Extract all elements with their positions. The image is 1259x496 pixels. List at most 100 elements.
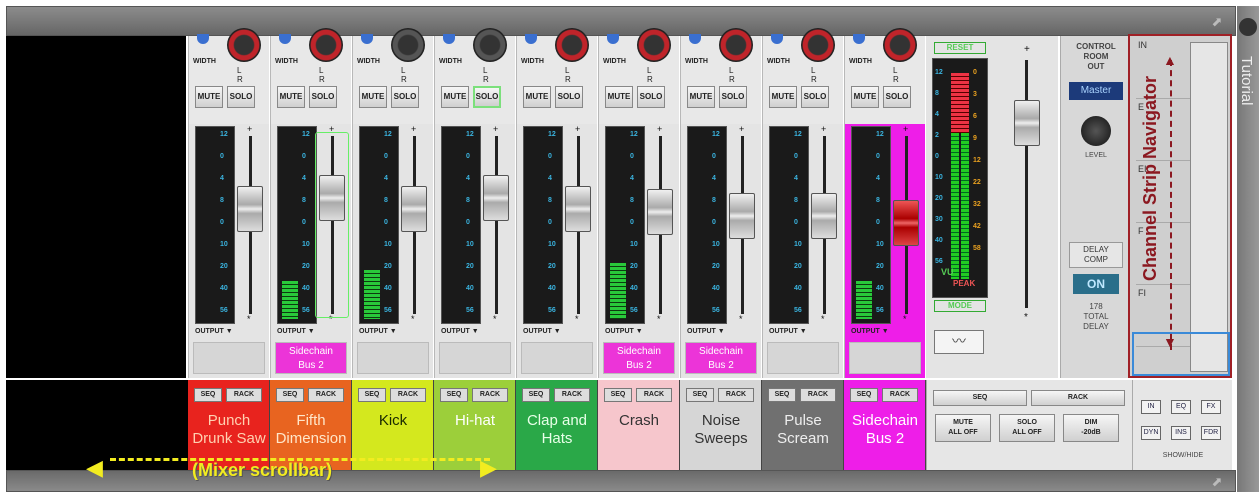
navigator-minimap[interactable] — [1190, 42, 1228, 372]
width-knob[interactable] — [443, 34, 455, 44]
width-knob[interactable] — [525, 34, 537, 44]
rack-button[interactable]: RACK — [472, 388, 508, 402]
channel-fader-handle[interactable] — [401, 185, 427, 232]
wave-button[interactable]: 〰 — [934, 330, 984, 354]
width-knob[interactable] — [771, 34, 783, 44]
channel-fader-handle[interactable] — [483, 175, 509, 222]
width-knob[interactable] — [607, 34, 619, 44]
rack-button[interactable]: RACK — [226, 388, 262, 402]
mute-button[interactable]: MUTE — [523, 86, 551, 108]
delay-comp-on-button[interactable]: ON — [1073, 274, 1119, 294]
solo-button[interactable]: SOLO — [473, 86, 501, 108]
width-knob[interactable] — [197, 34, 209, 44]
solo-button[interactable]: SOLO — [309, 86, 337, 108]
channel-fader-handle[interactable] — [811, 192, 837, 239]
pan-knob[interactable] — [719, 28, 753, 62]
mute-button[interactable]: MUTE — [687, 86, 715, 108]
mute-button[interactable]: MUTE — [769, 86, 797, 108]
rack-button[interactable]: RACK — [718, 388, 754, 402]
pan-knob[interactable] — [473, 28, 507, 62]
channel-fader-handle[interactable] — [565, 185, 591, 232]
solo-button[interactable]: SOLO — [801, 86, 829, 108]
pan-knob[interactable] — [883, 28, 917, 62]
channel-fader-handle[interactable] — [893, 200, 919, 247]
output-select[interactable] — [849, 342, 921, 374]
seq-button[interactable]: SEQ — [522, 388, 550, 402]
channel-name-strip[interactable]: SEQ RACK Clap and Hats — [516, 380, 598, 470]
output-select[interactable] — [767, 342, 839, 374]
show-hide-eq-button[interactable]: EQ — [1171, 400, 1191, 414]
master-seq-button[interactable]: SEQ — [933, 390, 1027, 406]
output-select[interactable] — [439, 342, 511, 374]
output-select[interactable] — [521, 342, 593, 374]
rack-button[interactable]: RACK — [636, 388, 672, 402]
seq-button[interactable]: SEQ — [686, 388, 714, 402]
show-hide-dyn-button[interactable]: DYN — [1141, 426, 1161, 440]
mute-button[interactable]: MUTE — [195, 86, 223, 108]
channel-strip-navigator[interactable]: IN E EI F FI Channel Strip Navigator ▲ ▼ — [1128, 34, 1232, 378]
solo-button[interactable]: SOLO — [555, 86, 583, 108]
channel-fader-handle[interactable] — [237, 185, 263, 232]
mute-button[interactable]: MUTE — [851, 86, 879, 108]
rack-button[interactable]: RACK — [800, 388, 836, 402]
control-room-output-select[interactable]: Master — [1069, 82, 1123, 100]
mute-button[interactable]: MUTE — [359, 86, 387, 108]
solo-button[interactable]: SOLO — [719, 86, 747, 108]
width-knob[interactable] — [853, 34, 865, 44]
channel-name-strip[interactable]: SEQ RACK Noise Sweeps — [680, 380, 762, 470]
mute-button[interactable]: MUTE — [605, 86, 633, 108]
channel-name-strip[interactable]: SEQ RACK Hi-hat — [434, 380, 516, 470]
seq-button[interactable]: SEQ — [358, 388, 386, 402]
pan-knob[interactable] — [801, 28, 835, 62]
dim-button[interactable]: DIM -20dB — [1063, 414, 1119, 442]
master-rack-button[interactable]: RACK — [1031, 390, 1125, 406]
output-select[interactable] — [357, 342, 429, 374]
pan-knob[interactable] — [391, 28, 425, 62]
level-knob[interactable] — [1081, 116, 1111, 146]
reset-button[interactable]: RESET — [934, 42, 986, 54]
channel-name-strip[interactable]: SEQ RACK Sidechain Bus 2 — [844, 380, 926, 470]
width-knob[interactable] — [361, 34, 373, 44]
seq-button[interactable]: SEQ — [276, 388, 304, 402]
seq-button[interactable]: SEQ — [440, 388, 468, 402]
seq-button[interactable]: SEQ — [768, 388, 796, 402]
pan-knob[interactable] — [227, 28, 261, 62]
resize-icon-bottom[interactable]: ⬈ — [1209, 475, 1225, 489]
mute-button[interactable]: MUTE — [441, 86, 469, 108]
show-hide-in-button[interactable]: IN — [1141, 400, 1161, 414]
mute-all-off-button[interactable]: MUTE ALL OFF — [935, 414, 991, 442]
navigator-selection[interactable] — [1132, 332, 1230, 376]
show-hide-fx-button[interactable]: FX — [1201, 400, 1221, 414]
channel-name-strip[interactable]: SEQ RACK Crash — [598, 380, 680, 470]
mute-button[interactable]: MUTE — [277, 86, 305, 108]
channel-name-strip[interactable]: SEQ RACK Fifth Dimension — [270, 380, 352, 470]
output-select[interactable] — [193, 342, 265, 374]
output-select[interactable]: Sidechain Bus 2 — [603, 342, 675, 374]
output-select[interactable]: Sidechain Bus 2 — [685, 342, 757, 374]
channel-fader-handle[interactable] — [319, 175, 345, 222]
solo-all-off-button[interactable]: SOLO ALL OFF — [999, 414, 1055, 442]
show-hide-fdr-button[interactable]: FDR — [1201, 426, 1221, 440]
channel-fader-handle[interactable] — [729, 192, 755, 239]
width-knob[interactable] — [689, 34, 701, 44]
channel-name-strip[interactable]: SEQ RACK Punch Drunk Saw — [188, 380, 270, 470]
channel-name-strip[interactable]: SEQ RACK Pulse Scream — [762, 380, 844, 470]
channel-name-strip[interactable]: SEQ RACK Kick — [352, 380, 434, 470]
output-select[interactable]: Sidechain Bus 2 — [275, 342, 347, 374]
rack-button[interactable]: RACK — [554, 388, 590, 402]
width-knob[interactable] — [279, 34, 291, 44]
pan-knob[interactable] — [309, 28, 343, 62]
master-fader-handle[interactable] — [1014, 100, 1040, 146]
solo-button[interactable]: SOLO — [637, 86, 665, 108]
tutorial-tab[interactable]: Tutorial — [1237, 6, 1259, 492]
solo-button[interactable]: SOLO — [883, 86, 911, 108]
mixer-scrollbar[interactable]: ⬈ — [6, 470, 1236, 492]
mode-button[interactable]: MODE — [934, 300, 986, 312]
pan-knob[interactable] — [637, 28, 671, 62]
show-hide-ins-button[interactable]: INS — [1171, 426, 1191, 440]
solo-button[interactable]: SOLO — [227, 86, 255, 108]
seq-button[interactable]: SEQ — [194, 388, 222, 402]
seq-button[interactable]: SEQ — [850, 388, 878, 402]
channel-fader-handle[interactable] — [647, 189, 673, 236]
rack-button[interactable]: RACK — [882, 388, 918, 402]
